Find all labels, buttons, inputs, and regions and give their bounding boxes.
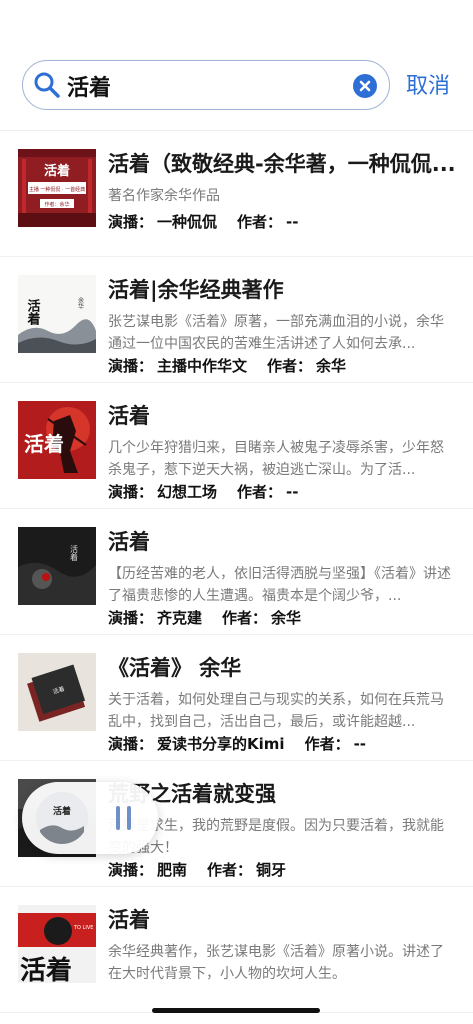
album-cover: 活着 余华	[18, 275, 96, 353]
pause-icon[interactable]	[114, 806, 134, 830]
result-description: 【历经苦难的老人，依旧活得洒脱与坚强】《活着》讲述了福贵悲惨的人生遭遇。福贵本是…	[108, 566, 451, 604]
result-item[interactable]: 活着 活着 【历经苦难的老人，依旧活得洒脱与坚强】《活着》讲述了福贵悲惨的人生遭…	[0, 509, 473, 635]
result-item[interactable]: TO LIVE 活着 活着 余华经典著作，张艺谋电影《活着》原著小说。讲述了在大…	[0, 887, 473, 1013]
author: --	[286, 213, 299, 231]
home-indicator	[152, 1008, 320, 1013]
clear-search-button[interactable]	[353, 74, 377, 98]
result-title: 活着	[108, 404, 150, 428]
result-meta: 演播： 幻想工场 作者： --	[108, 483, 299, 501]
author: --	[353, 735, 367, 753]
result-meta: 演播： 肥南 作者： 铜牙	[108, 861, 287, 879]
result-description: 几个少年狩猎归来，目睹亲人被鬼子凌辱杀害，少年怒杀鬼子，惹下逆天大祸，被迫逃亡深…	[108, 440, 444, 478]
result-meta: 演播： 齐克建 作者： 余华	[108, 609, 302, 627]
player-cover[interactable]: 活着	[36, 792, 88, 844]
result-title: 活着	[108, 908, 150, 932]
result-meta: 演播： 主播中作华文 作者： 余华	[108, 357, 347, 375]
result-description: 荒野是求生，我的荒野是度假。因为只要活着，我就能变的强大！	[108, 818, 444, 856]
result-description: 余华经典著作，张艺谋电影《活着》原著小说。讲述了在大时代背景下，小人物的坎坷人生…	[108, 944, 444, 982]
narrator: 爱读书分享的Kimi	[157, 735, 285, 753]
result-title: 活着|余华经典著作	[108, 278, 284, 302]
close-icon	[359, 80, 371, 92]
svg-text:余华: 余华	[77, 296, 84, 310]
result-item[interactable]: 活着 余华 活着|余华经典著作 张艺谋电影《活着》原著，一部充满血泪的小说，余华…	[0, 257, 473, 383]
album-cover: 活着	[18, 527, 96, 605]
results-list: 活着 主播 一种侃侃 · 一首经典 作者：余华 活着（致敬经典-余华著，一种侃侃…	[0, 131, 473, 1013]
result-description: 关于活着，如何处理自己与现实的关系，如何在兵荒马乱中，找到自己，活出自己，最后，…	[108, 692, 444, 730]
cancel-button[interactable]: 取消	[406, 68, 450, 100]
result-meta: 演播： 爱读书分享的Kimi 作者： --	[108, 735, 367, 753]
result-item[interactable]: 活着 《活着》 余华 关于活着，如何处理自己与现实的关系，如何在兵荒马乱中，找到…	[0, 635, 473, 761]
result-title: 荒野之活着就变强	[108, 782, 276, 806]
result-description: 张艺谋电影《活着》原著，一部充满血泪的小说，余华通过一位中国农民的苦难生活讲述了…	[108, 314, 444, 352]
result-title: 活着（致敬经典-余华著，一种侃侃...	[108, 152, 456, 176]
svg-text:活着: 活着	[70, 544, 79, 562]
narrator: 一种侃侃	[157, 213, 218, 231]
author: 余华	[316, 357, 347, 375]
author: 铜牙	[256, 861, 287, 879]
result-item[interactable]: 活着 活着 几个少年狩猎归来，目睹亲人被鬼子凌辱杀害，少年怒杀鬼子，惹下逆天大祸…	[0, 383, 473, 509]
result-item[interactable]: 活着 主播 一种侃侃 · 一首经典 作者：余华 活着（致敬经典-余华著，一种侃侃…	[0, 131, 473, 257]
album-cover: 活着	[18, 653, 96, 731]
album-cover: 活着 主播 一种侃侃 · 一首经典 作者：余华	[18, 149, 96, 227]
result-title: 活着	[108, 530, 150, 554]
narrator: 齐克建	[157, 609, 203, 627]
narrator: 肥南	[157, 861, 188, 879]
svg-text:TO LIVE: TO LIVE	[73, 925, 93, 931]
author: 余华	[271, 609, 302, 627]
author: --	[286, 483, 299, 501]
svg-text:活着: 活着	[53, 805, 71, 817]
search-input[interactable]	[67, 70, 337, 102]
result-description: 著名作家余华作品	[108, 188, 220, 204]
svg-text:活着: 活着	[24, 432, 64, 456]
svg-text:作者：余华: 作者：余华	[44, 201, 69, 208]
search-bar[interactable]	[22, 60, 390, 110]
search-icon	[34, 72, 60, 98]
cover-title: 活着	[44, 163, 70, 179]
svg-text:活着: 活着	[20, 955, 72, 983]
result-title: 《活着》 余华	[108, 656, 242, 680]
mini-player[interactable]: 活着	[22, 782, 158, 854]
album-cover: 活着	[18, 401, 96, 479]
result-meta: 演播： 一种侃侃 作者： --	[108, 213, 299, 231]
narrator: 主播中作华文	[157, 357, 248, 375]
svg-text:主播 一种侃侃 · 一首经典: 主播 一种侃侃 · 一首经典	[29, 186, 85, 193]
narrator: 幻想工场	[157, 483, 218, 501]
svg-text:活着: 活着	[25, 298, 42, 326]
album-cover: TO LIVE 活着	[18, 905, 96, 983]
